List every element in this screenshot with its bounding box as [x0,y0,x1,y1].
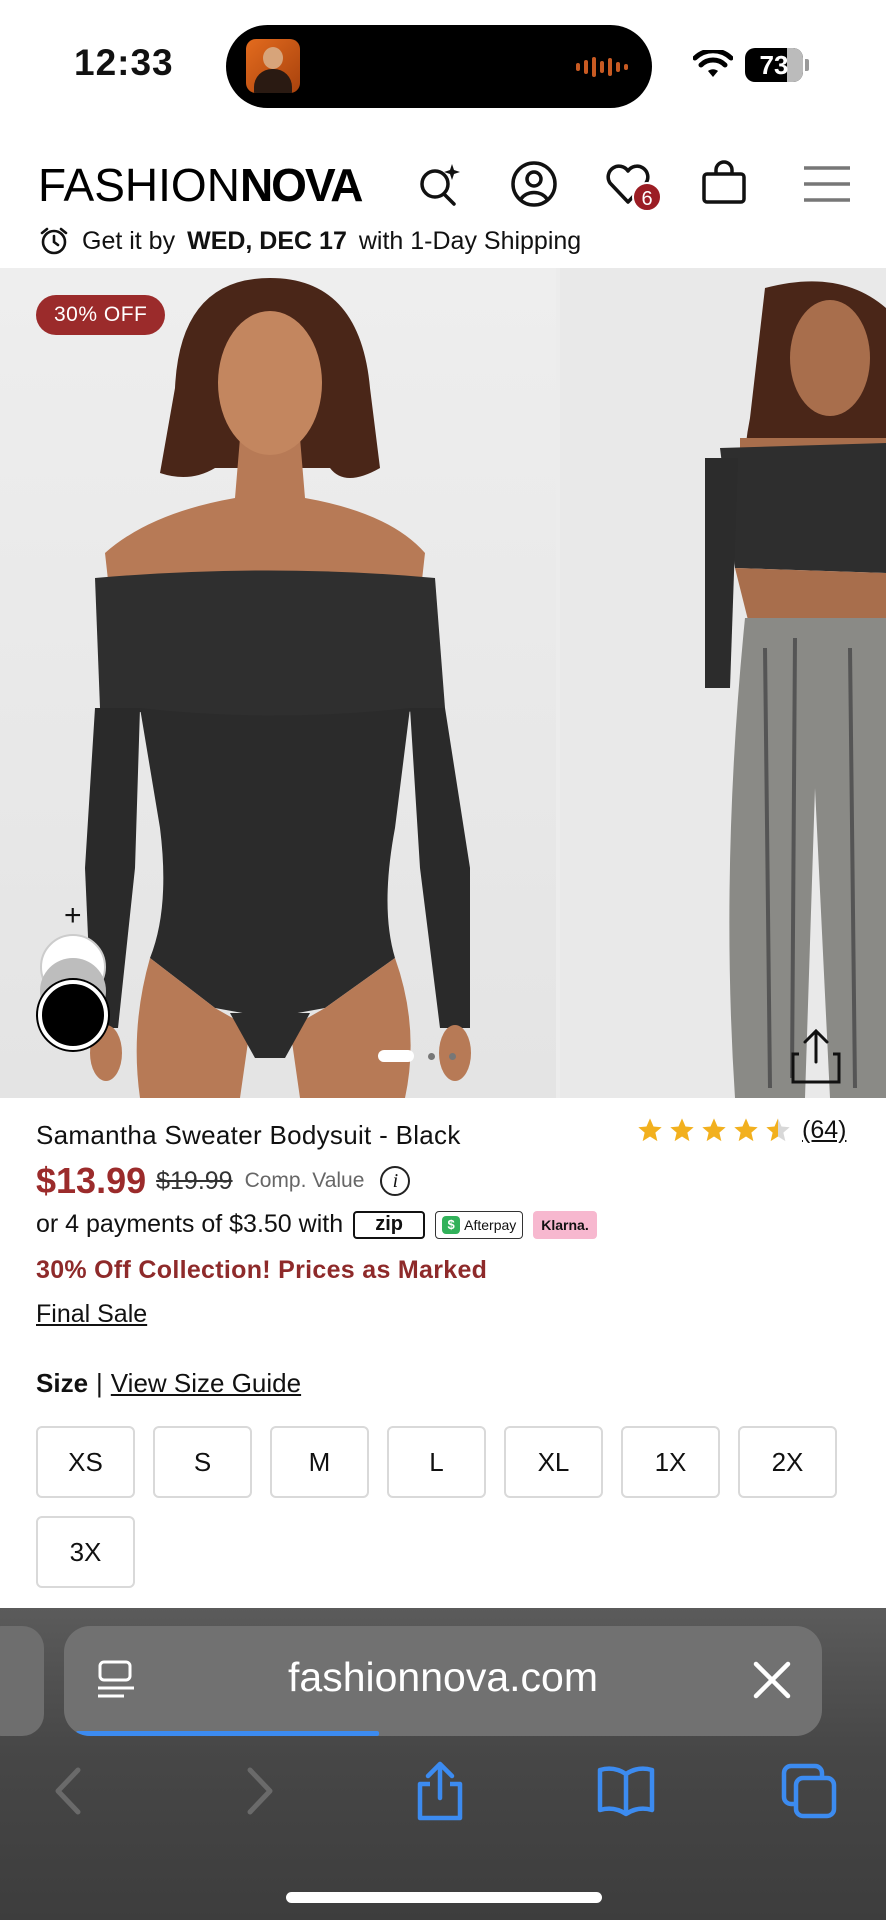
size-option-2x[interactable]: 2X [738,1426,837,1498]
back-icon[interactable] [40,1760,100,1822]
model-outfit-illustration [705,281,886,1098]
star-full-icon [734,1118,758,1142]
wishlist-count-badge: 6 [632,182,662,212]
forward-icon[interactable] [228,1760,288,1822]
product-image-main[interactable]: 30% OFF + [0,268,556,1098]
size-header: Size | View Size Guide [36,1368,301,1399]
star-full-icon [638,1118,662,1142]
promo-message: 30% Off Collection! Prices as Marked [36,1256,488,1284]
size-divider: | [96,1368,103,1398]
pagination-dot[interactable] [428,1052,435,1060]
size-option-xs[interactable]: XS [36,1426,135,1498]
afterpay-logo[interactable]: $ Afterpay [435,1210,524,1239]
zip-logo[interactable]: zip [353,1210,426,1239]
shipping-prefix: Get it by [82,226,176,255]
url-text[interactable]: fashionnova.com [64,1654,822,1701]
share-image-icon[interactable] [785,1026,847,1088]
site-header: FASHIONNOVA 6 Get it by WED, DEC 17 with… [0,120,886,268]
size-option-l[interactable]: L [387,1426,486,1498]
status-bar: 12:33 73 [0,0,886,120]
alarm-clock-icon [40,227,68,255]
bookmarks-icon[interactable] [596,1760,656,1822]
rating-stars[interactable] [636,1116,792,1144]
installments-row: or 4 payments of $3.50 with zip $ Afterp… [36,1210,597,1239]
size-label: Size [36,1368,89,1398]
size-options: XS S M L XL 1X 2X 3X [36,1426,856,1588]
star-half-icon [766,1118,790,1142]
battery-level: 73 [759,50,789,80]
price-row: $13.99 $19.99 Comp. Value i [36,1160,411,1202]
product-title: Samantha Sweater Bodysuit - Black [36,1120,461,1150]
dynamic-island[interactable] [226,25,652,108]
comp-value-label: Comp. Value [244,1169,365,1192]
size-option-s[interactable]: S [153,1426,252,1498]
stop-loading-icon[interactable] [752,1660,792,1700]
pagination-dot[interactable] [449,1052,456,1060]
share-icon[interactable] [410,1760,470,1822]
browser-chrome: fashionnova.com [0,1608,886,1920]
menu-hamburger-icon[interactable] [800,156,856,212]
ai-search-icon[interactable] [410,156,466,212]
discount-badge: 30% OFF [36,295,166,335]
shipping-suffix: with 1-Day Shipping [358,226,582,255]
shopping-bag-icon[interactable] [696,156,752,212]
shipping-banner: Get it by WED, DEC 17 with 1-Day Shippin… [38,225,581,257]
size-option-1x[interactable]: 1X [621,1426,720,1498]
audio-waveform-icon [576,55,628,79]
address-bar[interactable]: fashionnova.com [64,1626,822,1736]
color-swatches[interactable]: + [38,901,108,1050]
star-full-icon [670,1118,694,1142]
size-option-3x[interactable]: 3X [36,1516,135,1588]
logo-light-text: FASHION [38,159,240,211]
shipping-date: WED, DEC 17 [187,226,347,255]
swatch-black-selected[interactable] [38,980,108,1050]
gallery-pagination[interactable] [378,1050,456,1062]
pagination-dot-active[interactable] [378,1050,414,1062]
afterpay-dollar-icon: $ [442,1215,461,1234]
sale-price: $13.99 [36,1160,147,1201]
previous-tab-stub[interactable] [0,1626,44,1736]
klarna-logo[interactable]: Klarna. [533,1210,597,1239]
star-full-icon [702,1118,726,1142]
final-sale-link[interactable]: Final Sale [36,1300,147,1329]
compare-price: $19.99 [156,1166,233,1195]
product-image-secondary[interactable] [560,268,886,1098]
installments-text: or 4 payments of $3.50 with [36,1210,344,1238]
afterpay-label: Afterpay [464,1216,517,1233]
more-colors-plus[interactable]: + [64,901,82,931]
size-option-m[interactable]: M [270,1426,369,1498]
review-count-link[interactable]: (64) [802,1116,846,1145]
home-indicator[interactable] [286,1892,602,1903]
logo-bold-text: NOVA [239,159,363,211]
fashion-nova-logo[interactable]: FASHIONNOVA [38,158,363,212]
size-option-xl[interactable]: XL [504,1426,603,1498]
size-guide-link[interactable]: View Size Guide [111,1368,301,1399]
product-image-gallery[interactable]: 30% OFF + [0,268,886,1098]
battery-indicator: 73 [745,48,809,82]
info-icon[interactable]: i [380,1166,411,1196]
page-load-progress [76,1731,380,1736]
account-icon[interactable] [506,156,562,212]
now-playing-artwork [246,39,300,93]
status-time: 12:33 [74,42,174,83]
tabs-icon[interactable] [780,1760,840,1822]
wifi-icon [693,50,733,77]
